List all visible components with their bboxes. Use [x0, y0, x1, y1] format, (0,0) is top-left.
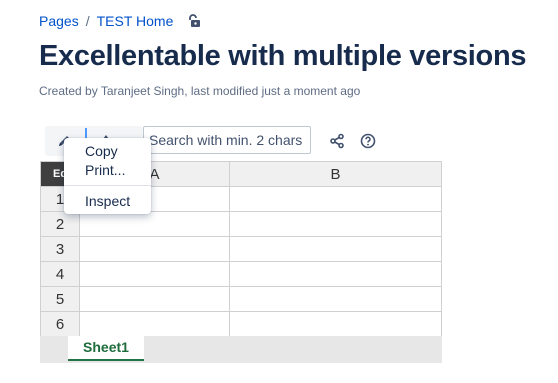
table-row: 5	[40, 286, 442, 312]
menu-divider	[64, 185, 151, 186]
grid-cell[interactable]	[229, 186, 442, 212]
row-header[interactable]: 6	[40, 311, 80, 337]
menu-item-inspect[interactable]: Inspect	[85, 193, 130, 209]
row-header[interactable]: 5	[40, 286, 80, 312]
grid-cell[interactable]	[229, 311, 442, 337]
row-header[interactable]: 2	[40, 211, 80, 237]
help-icon[interactable]	[358, 131, 378, 151]
sheet-tab-bar: Sheet1	[40, 336, 442, 363]
breadcrumb-separator: /	[85, 13, 90, 29]
page-byline: Created by Taranjeet Singh, last modifie…	[39, 84, 361, 98]
sheet-tab-sheet1[interactable]: Sheet1	[68, 336, 144, 361]
grid-cell[interactable]	[79, 286, 230, 312]
menu-item-print[interactable]: Print...	[85, 162, 125, 178]
grid-cell[interactable]	[229, 261, 442, 287]
table-row: 2	[40, 211, 442, 237]
breadcrumb: Pages / TEST Home	[39, 13, 201, 29]
grid-cell[interactable]	[229, 236, 442, 262]
share-icon[interactable]	[327, 131, 347, 151]
breadcrumb-test-home[interactable]: TEST Home	[97, 13, 174, 29]
menu-item-copy[interactable]: Copy	[85, 143, 118, 159]
table-row: 4	[40, 261, 442, 287]
column-header-b[interactable]: B	[229, 161, 442, 187]
table-row: 6	[40, 311, 442, 337]
grid-cell[interactable]	[79, 311, 230, 337]
grid-cell[interactable]	[79, 211, 230, 237]
row-header[interactable]: 3	[40, 236, 80, 262]
context-menu: Copy Print... Inspect	[64, 138, 151, 214]
grid-cell[interactable]	[79, 261, 230, 287]
grid-cell[interactable]	[229, 286, 442, 312]
page-title: Excellentable with multiple versions	[39, 40, 527, 72]
table-row: 3	[40, 236, 442, 262]
grid-cell[interactable]	[79, 236, 230, 262]
row-header[interactable]: 4	[40, 261, 80, 287]
breadcrumb-pages[interactable]: Pages	[39, 13, 79, 29]
search-input[interactable]	[143, 126, 311, 154]
unlock-icon[interactable]	[187, 14, 201, 28]
grid-cell[interactable]	[229, 211, 442, 237]
